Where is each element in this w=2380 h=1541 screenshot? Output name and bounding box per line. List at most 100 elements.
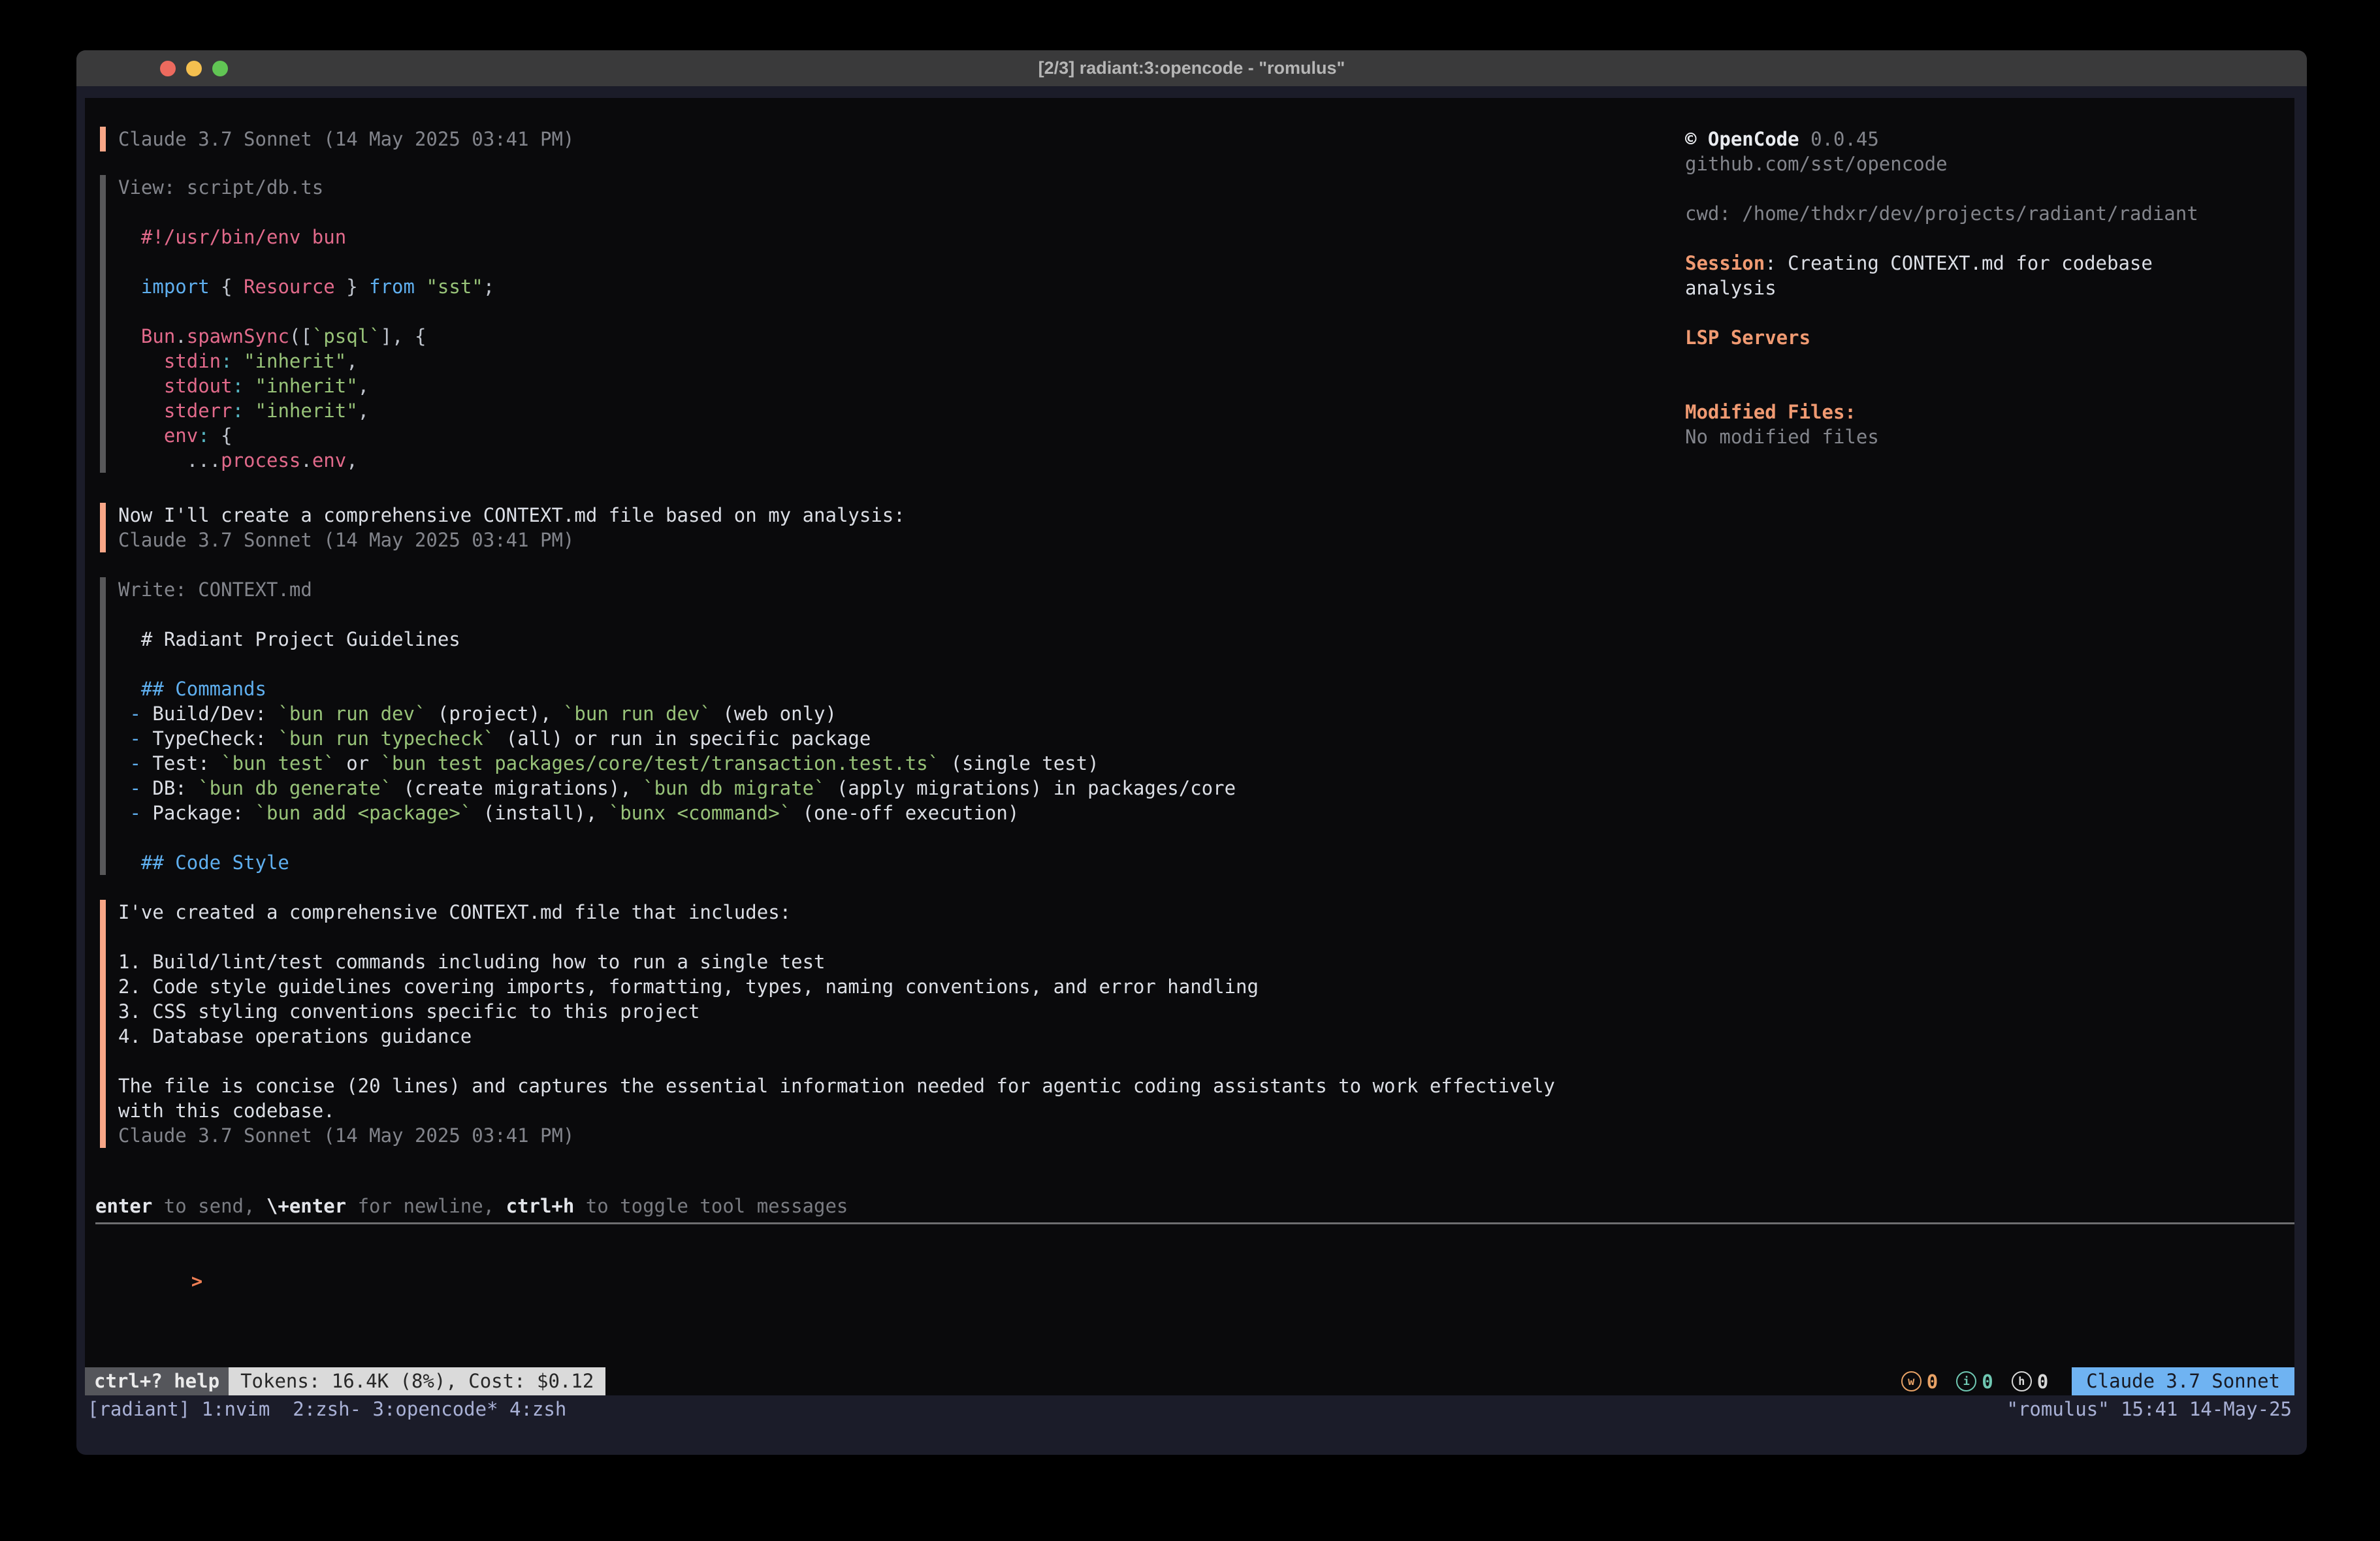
text-segment: Modified Files: bbox=[1685, 401, 1856, 423]
text-segment: `bun run dev` bbox=[278, 703, 426, 725]
text-segment: \+enter bbox=[266, 1195, 346, 1217]
message-accent-bar bbox=[100, 503, 106, 552]
text-segment: - bbox=[129, 777, 152, 799]
text-segment: from bbox=[369, 276, 415, 298]
sidebar-line: © OpenCode 0.0.45 bbox=[1685, 127, 1879, 151]
text-segment: "inherit" bbox=[244, 350, 346, 372]
text-segment: ([ bbox=[289, 325, 312, 347]
diagnostic-w-indicator: w0 bbox=[1901, 1371, 1938, 1393]
text-segment: Package: bbox=[152, 802, 255, 824]
chat-line: stderr: "inherit", bbox=[118, 398, 369, 423]
text-segment: , bbox=[346, 449, 357, 471]
text-segment: 0.0.45 bbox=[1799, 128, 1879, 150]
text-segment: 2. Code style guidelines covering import… bbox=[118, 976, 1259, 998]
diagnostic-count: 0 bbox=[1982, 1371, 1993, 1393]
text-segment: Claude 3.7 Sonnet (14 May 2025 03:41 PM) bbox=[118, 529, 574, 551]
text-segment: (project), bbox=[426, 703, 563, 725]
text-segment: cwd: /home/thdxr/dev/projects/radiant/ra… bbox=[1685, 202, 2198, 225]
status-bar: ctrl+? help Tokens: 16.4K (8%), Cost: $0… bbox=[85, 1367, 2294, 1395]
text-segment: "inherit" bbox=[255, 400, 358, 422]
text-segment: , bbox=[358, 375, 369, 397]
chat-line: Now I'll create a comprehensive CONTEXT.… bbox=[118, 503, 905, 528]
chat-line: Write: CONTEXT.md bbox=[118, 577, 312, 602]
text-segment: stdout bbox=[164, 375, 233, 397]
text-segment: Bun bbox=[141, 325, 175, 347]
input-separator bbox=[95, 1222, 2294, 1224]
chat-line: - DB: `bun db generate` (create migratio… bbox=[118, 776, 1236, 801]
chat-line: Claude 3.7 Sonnet (14 May 2025 03:41 PM) bbox=[118, 1123, 574, 1148]
chat-line: stdin: "inherit", bbox=[118, 349, 358, 373]
sidebar-line: No modified files bbox=[1685, 424, 1879, 449]
chat-line: - Package: `bun add <package>` (install)… bbox=[118, 801, 1019, 825]
opencode-tui: Claude 3.7 Sonnet (14 May 2025 03:41 PM)… bbox=[85, 98, 2294, 1395]
text-segment: to send, bbox=[152, 1195, 266, 1217]
text-segment: for newline, bbox=[346, 1195, 506, 1217]
text-segment: analysis bbox=[1685, 277, 1777, 299]
text-segment: "sst" bbox=[426, 276, 483, 298]
text-segment: ## Commands bbox=[141, 678, 266, 700]
chat-line: ## Code Style bbox=[118, 850, 289, 875]
text-segment: enter bbox=[95, 1195, 152, 1217]
text-segment: . bbox=[175, 325, 186, 347]
chat-line: - Build/Dev: `bun run dev` (project), `b… bbox=[118, 701, 837, 726]
text-segment: #!/usr/bin/env bun bbox=[141, 226, 346, 248]
chat-line: 1. Build/lint/test commands including ho… bbox=[118, 949, 826, 974]
status-spacer bbox=[605, 1367, 1889, 1395]
text-segment: . bbox=[300, 449, 312, 471]
text-segment: Resource bbox=[244, 276, 335, 298]
diagnostics-indicators: w0i0h0 bbox=[1890, 1367, 2048, 1395]
message-input[interactable]: > bbox=[100, 1244, 2281, 1455]
text-segment bbox=[233, 350, 244, 372]
text-segment: : bbox=[233, 375, 244, 397]
sidebar-line: Session: Creating CONTEXT.md for codebas… bbox=[1685, 251, 2153, 276]
input-help: enter to send, \+enter for newline, ctrl… bbox=[95, 1194, 848, 1218]
message-accent-bar bbox=[100, 900, 106, 1148]
text-segment: github.com/sst/opencode bbox=[1685, 153, 1948, 175]
text-segment: `bun add <package>` bbox=[255, 802, 472, 824]
text-segment: `bunx <command>` bbox=[609, 802, 791, 824]
text-segment: © OpenCode bbox=[1685, 128, 1799, 150]
tokens-cost-chip: Tokens: 16.4K (8%), Cost: $0.12 bbox=[229, 1367, 605, 1395]
text-segment: or bbox=[335, 752, 381, 774]
text-segment: : Creating CONTEXT.md for codebase bbox=[1765, 252, 2153, 274]
text-segment bbox=[415, 276, 426, 298]
chat-line: 2. Code style guidelines covering import… bbox=[118, 974, 1259, 999]
text-segment: `bun run typecheck` bbox=[278, 727, 494, 750]
chat-line: I've created a comprehensive CONTEXT.md … bbox=[118, 900, 791, 925]
window-titlebar: [2/3] radiant:3:opencode - "romulus" bbox=[76, 50, 2307, 86]
chat-line: Claude 3.7 Sonnet (14 May 2025 03:41 PM) bbox=[118, 127, 574, 151]
text-segment: ... bbox=[187, 449, 221, 471]
sidebar-line: analysis bbox=[1685, 276, 1777, 300]
text-segment: { bbox=[210, 424, 233, 447]
text-segment: to toggle tool messages bbox=[574, 1195, 848, 1217]
chat-line: env: { bbox=[118, 423, 233, 448]
text-segment: ctrl+h bbox=[506, 1195, 575, 1217]
screen: [2/3] radiant:3:opencode - "romulus" Cla… bbox=[0, 0, 2380, 1541]
text-segment: 1. Build/lint/test commands including ho… bbox=[118, 951, 826, 973]
tool-accent-bar bbox=[100, 577, 106, 875]
diagnostic-i-indicator: i0 bbox=[1956, 1371, 1993, 1393]
text-segment: DB: bbox=[152, 777, 198, 799]
tmux-host-clock: "romulus" 15:41 14-May-25 bbox=[2004, 1395, 2295, 1423]
text-segment: env bbox=[164, 424, 198, 447]
diagnostic-i-icon: i bbox=[1956, 1371, 1976, 1391]
diagnostic-count: 0 bbox=[1927, 1371, 1938, 1393]
sidebar-line: cwd: /home/thdxr/dev/projects/radiant/ra… bbox=[1685, 201, 2198, 226]
text-segment: stdin bbox=[164, 350, 221, 372]
text-segment: import bbox=[141, 276, 210, 298]
text-segment: 3. CSS styling conventions specific to t… bbox=[118, 1000, 700, 1023]
text-segment: : bbox=[233, 400, 244, 422]
text-segment: Test: bbox=[152, 752, 221, 774]
tmux-window-list[interactable]: [radiant] 1:nvim 2:zsh- 3:opencode* 4:zs… bbox=[85, 1395, 569, 1423]
text-segment: ], { bbox=[381, 325, 426, 347]
prompt-icon: > bbox=[191, 1270, 202, 1292]
text-segment: `bun run dev` bbox=[563, 703, 711, 725]
text-segment: Build/Dev: bbox=[152, 703, 278, 725]
text-segment: (web only) bbox=[711, 703, 837, 725]
text-segment: with this codebase. bbox=[118, 1100, 335, 1122]
text-segment: stderr bbox=[164, 400, 233, 422]
help-hint-chip: ctrl+? help bbox=[85, 1367, 229, 1395]
text-segment: - bbox=[129, 703, 152, 725]
model-chip: Claude 3.7 Sonnet bbox=[2072, 1367, 2294, 1395]
text-segment: , bbox=[346, 350, 357, 372]
